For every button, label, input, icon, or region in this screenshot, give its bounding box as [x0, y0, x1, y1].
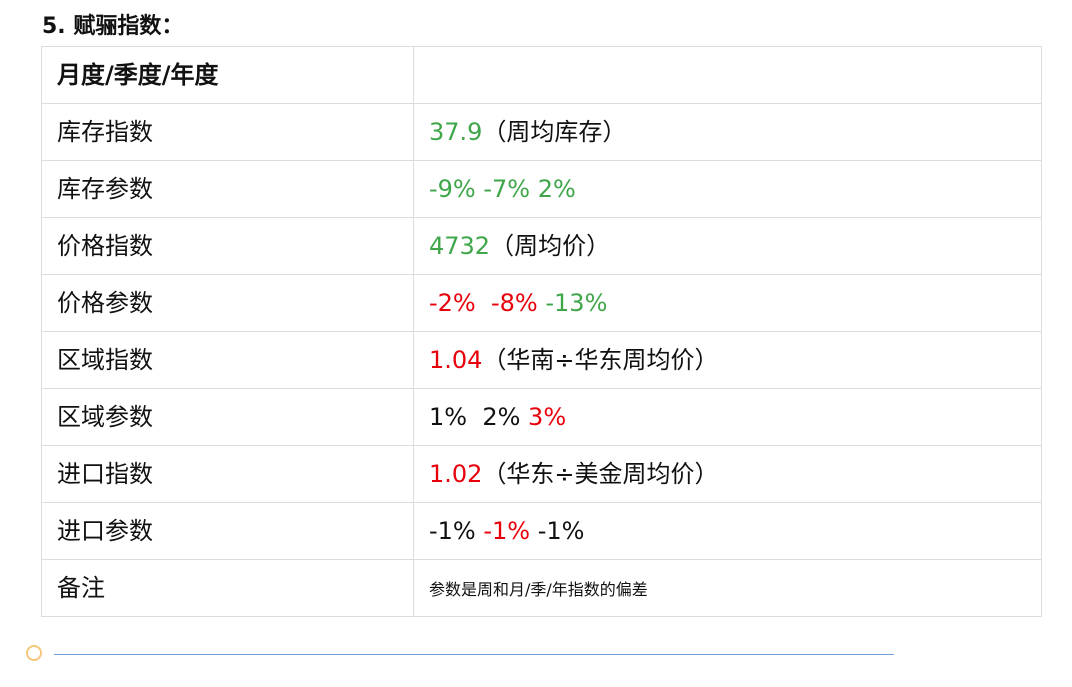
- value-segment: -2%: [429, 289, 476, 317]
- row-value-cell: 1.02（华东÷美金周均价）: [413, 445, 1042, 503]
- row-value-cell: -9% -7% 2%: [413, 160, 1042, 218]
- table-header-row: 月度/季度/年度: [41, 46, 1042, 104]
- value-segment: -9%: [429, 175, 476, 203]
- table-row: 库存参数 -9% -7% 2%: [41, 160, 1042, 218]
- value-segment: （华南÷华东周均价）: [482, 346, 719, 374]
- table-row: 进口指数 1.02（华东÷美金周均价）: [41, 445, 1042, 503]
- section-heading: 5. 赋骊指数：: [42, 14, 184, 39]
- value-segment: -1%: [429, 517, 476, 545]
- note-row: 备注 参数是周和月/季/年指数的偏差: [41, 559, 1042, 617]
- value-segment: 2%: [467, 403, 521, 431]
- value-segment: -1%: [475, 517, 531, 545]
- row-value-cell: -1% -1% -1%: [413, 502, 1042, 560]
- row-label-cell: 区域指数: [41, 331, 414, 389]
- value-segment: -7%: [475, 175, 531, 203]
- row-value-cell: 4732（周均价）: [413, 217, 1042, 275]
- value-segment: 1.04: [429, 346, 483, 374]
- note-label-cell: 备注: [41, 559, 414, 617]
- row-label-cell: 区域参数: [41, 388, 414, 446]
- table-row: 价格参数 -2% -8% -13%: [41, 274, 1042, 332]
- note-text: 参数是周和月/季/年指数的偏差: [429, 579, 648, 599]
- value-segment: -1%: [530, 517, 585, 545]
- header-value-cell: [413, 46, 1042, 104]
- value-segment: 37.9: [429, 118, 483, 146]
- value-segment: 2%: [530, 175, 576, 203]
- circle-icon: [26, 645, 42, 661]
- row-label-cell: 进口参数: [41, 502, 414, 560]
- table-row: 进口参数 -1% -1% -1%: [41, 502, 1042, 560]
- table-row: 价格指数 4732（周均价）: [41, 217, 1042, 275]
- row-label-cell: 进口指数: [41, 445, 414, 503]
- value-segment: （周均价）: [490, 232, 611, 260]
- value-segment: -8%: [475, 289, 538, 317]
- row-value-cell: 1.04（华南÷华东周均价）: [413, 331, 1042, 389]
- value-segment: 3%: [520, 403, 567, 431]
- footer-divider: [26, 645, 894, 665]
- row-value-cell: 1% 2% 3%: [413, 388, 1042, 446]
- row-label-cell: 价格指数: [41, 217, 414, 275]
- row-label-cell: 库存参数: [41, 160, 414, 218]
- value-segment: 1%: [429, 403, 468, 431]
- note-value-cell: 参数是周和月/季/年指数的偏差: [413, 559, 1042, 617]
- table-row: 区域指数 1.04（华南÷华东周均价）: [41, 331, 1042, 389]
- value-segment: （华东÷美金周均价）: [482, 460, 719, 488]
- table-row: 区域参数 1% 2% 3%: [41, 388, 1042, 446]
- value-segment: -13%: [537, 289, 608, 317]
- row-value-cell: 37.9（周均库存）: [413, 103, 1042, 161]
- row-label-cell: 库存指数: [41, 103, 414, 161]
- value-segment: （周均库存）: [482, 118, 627, 146]
- divider-line: [54, 654, 894, 655]
- value-segment: 4732: [429, 232, 491, 260]
- header-label-cell: 月度/季度/年度: [41, 46, 414, 104]
- table-row: 库存指数 37.9（周均库存）: [41, 103, 1042, 161]
- row-value-cell: -2% -8% -13%: [413, 274, 1042, 332]
- row-label-cell: 价格参数: [41, 274, 414, 332]
- value-segment: 1.02: [429, 460, 483, 488]
- index-table: 月度/季度/年度 库存指数 37.9（周均库存） 库存参数 -9% -7% 2% 价格指…: [41, 46, 1042, 617]
- table-body: 月度/季度/年度 库存指数 37.9（周均库存） 库存参数 -9% -7% 2% 价格指…: [41, 46, 1042, 617]
